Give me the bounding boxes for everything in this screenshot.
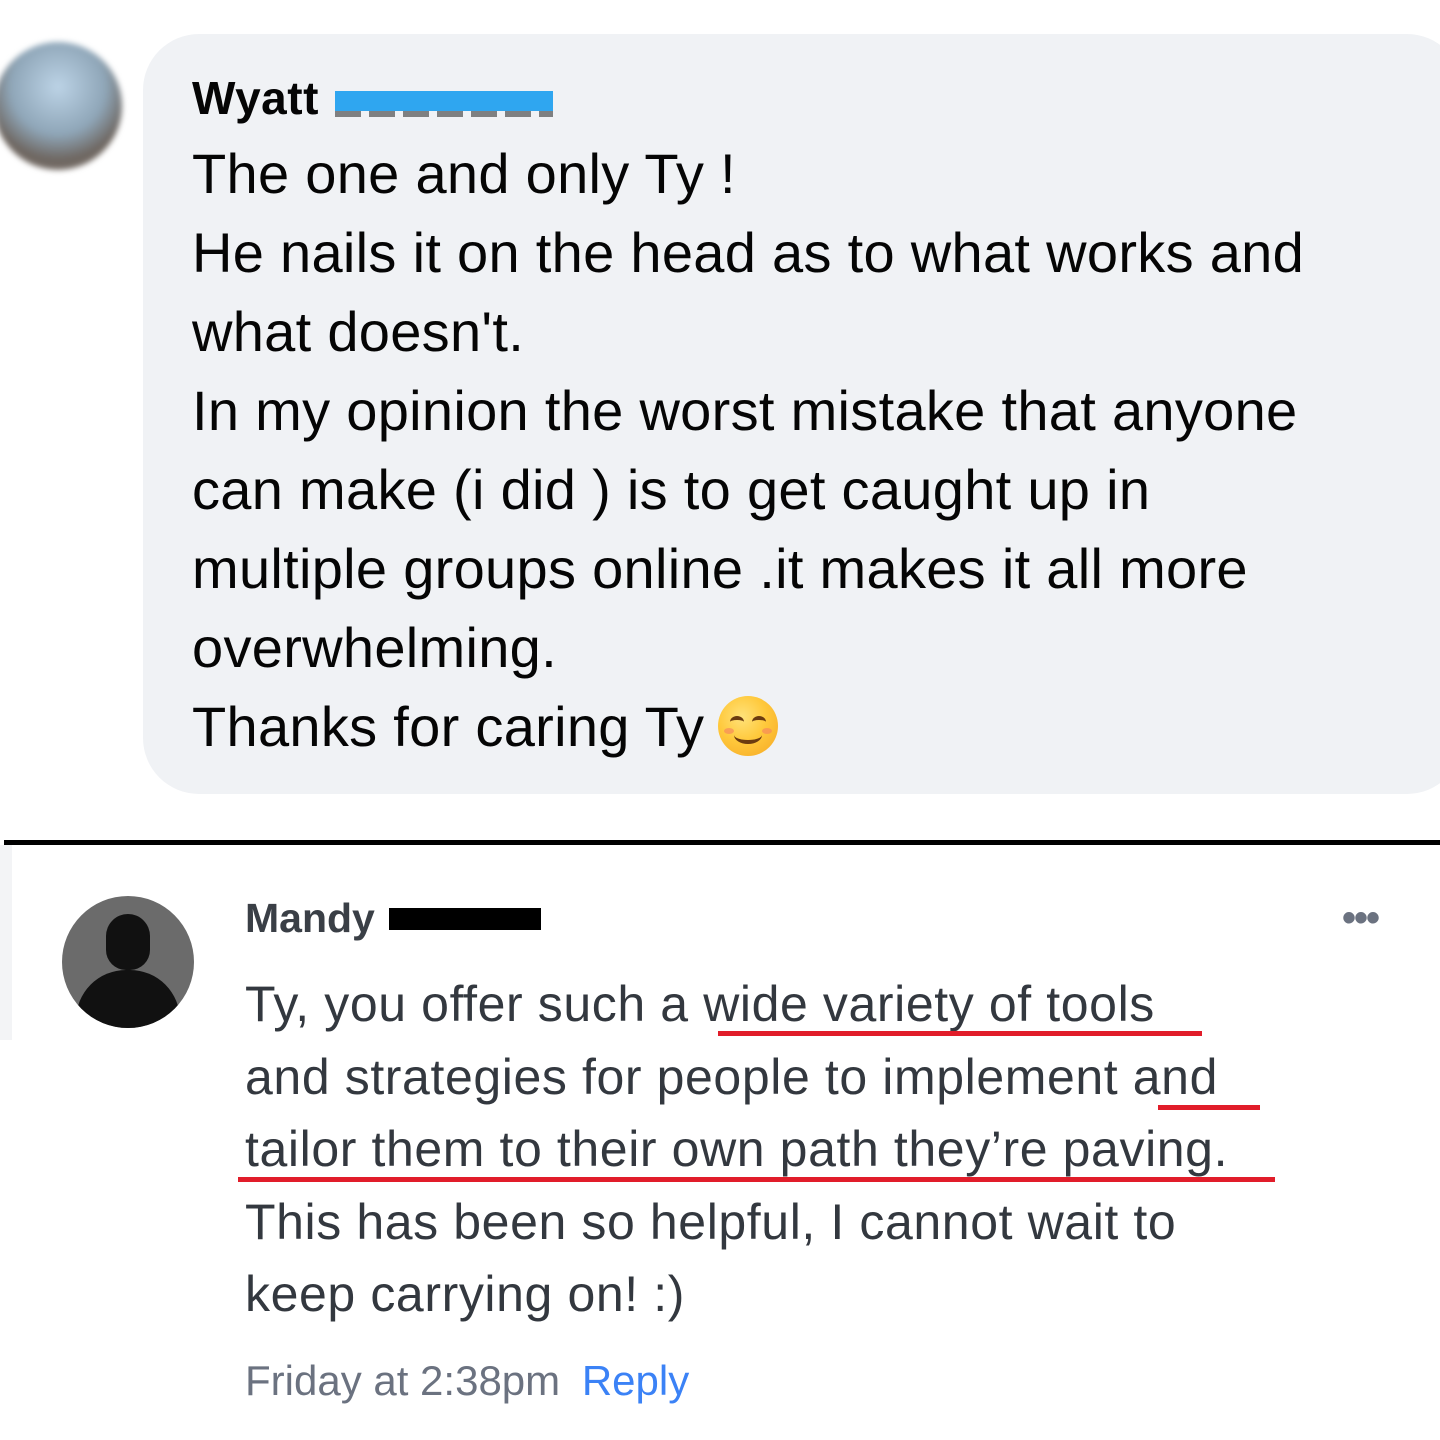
comment-line: Thanks for caring Ty [192, 695, 705, 758]
section-divider [4, 840, 1440, 845]
name-redaction [334, 91, 553, 117]
author-name[interactable]: Mandy [245, 895, 375, 942]
comment-line: tailor them to their own path they’re pa… [245, 1121, 1229, 1177]
comment-line: and strategies for people to implement a… [245, 1048, 1219, 1105]
comment-line: The one and only Ty ! [192, 142, 736, 205]
comment-line: In my opinion the worst mistake that any… [192, 379, 1298, 442]
comment-line: can make (i did ) is to get caught up in [192, 458, 1151, 521]
commenter-avatar[interactable] [0, 42, 122, 170]
name-redaction [388, 908, 541, 930]
highlight-underline [1158, 1105, 1260, 1110]
comment-line: keep carrying on! :) [245, 1266, 685, 1322]
comment-text: The one and only Ty ! He nails it on the… [192, 134, 1402, 766]
comment-line: what doesn't. [192, 300, 525, 363]
highlight-underline [718, 1031, 1202, 1036]
comment-line: multiple groups online .it makes it all … [192, 537, 1248, 600]
timestamp[interactable]: Friday at 2:38pm [245, 1357, 560, 1404]
comment-line: This has been so helpful, I cannot wait … [245, 1193, 1177, 1250]
default-avatar-icon[interactable] [62, 896, 194, 1028]
comment-author[interactable]: Mandy [245, 892, 541, 944]
author-name[interactable]: Wyatt [192, 71, 319, 125]
comment-line: Ty, you offer such a wide variety of too… [245, 976, 1155, 1032]
reply-link[interactable]: Reply [582, 1357, 689, 1404]
comment-author[interactable]: Wyatt [192, 70, 553, 126]
smiling-face-icon [718, 696, 779, 756]
comment-line: overwhelming. [192, 616, 557, 679]
comment-meta: Friday at 2:38pm Reply [245, 1357, 689, 1405]
comment-text: Ty, you offer such a wide variety of too… [245, 968, 1365, 1331]
thread-rule [0, 845, 12, 1040]
highlight-underline [238, 1177, 1275, 1182]
comment-last-line: Thanks for caring Ty [192, 687, 1402, 766]
comment-line: He nails it on the head as to what works… [192, 221, 1305, 284]
more-options-icon[interactable]: ••• [1342, 898, 1380, 938]
